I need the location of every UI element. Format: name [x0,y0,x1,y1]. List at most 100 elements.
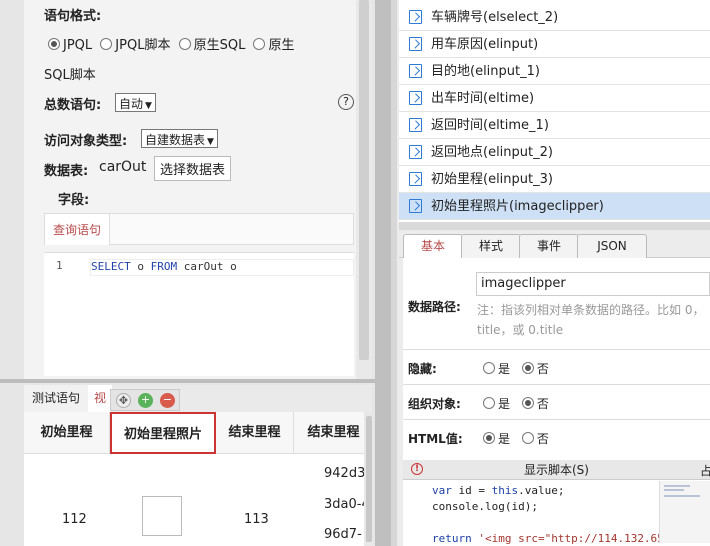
format-option-jpql[interactable]: JPQL [48,38,92,53]
data-path-row: 数据路径: imageclipper 注：指该列相对单条数据的路径。比如 0，t… [403,258,710,350]
data-table-value: carOut [99,159,147,175]
format-option-jpql-script[interactable]: JPQL脚本 [100,38,170,53]
right-horizontal-splitter[interactable] [399,222,710,230]
radio-jpql-script[interactable] [100,38,113,50]
format-option-native-sql[interactable]: 原生SQL [178,38,246,53]
format-option-label: JPQL [63,38,93,53]
edit-field-icon [409,91,422,105]
no-label: 否 [536,432,549,446]
tab-style[interactable]: 样式 [461,234,521,258]
code-line: console.log(id); [432,500,538,513]
tab-query-stmt[interactable]: 查询语句 [45,214,111,245]
list-item[interactable]: 出车时间(eltime) [399,85,710,112]
edit-field-icon [409,145,422,159]
tab-test-stmt[interactable]: 测试语句 [24,385,90,412]
data-path-input[interactable]: imageclipper [476,272,710,296]
property-tabs: 基本 样式 事件 JSON [399,230,710,258]
list-item[interactable]: 初始里程(elinput_3) [399,166,710,193]
code-text: id = [451,484,492,497]
tab-view[interactable]: 视 [88,385,113,412]
code-keyword: this [491,484,519,497]
add-icon[interactable]: + [138,393,153,408]
sql-text: carOut o [177,260,237,273]
sql-text: o [130,260,151,273]
access-type-value: 自建数据表 [145,133,206,147]
table-scrollbar[interactable] [364,412,374,546]
corner-glyph: 占 [700,464,710,478]
list-item[interactable]: 用车原因(elinput) [399,31,710,58]
format-option-native-sql-script[interactable]: 原生 [253,38,294,53]
edit-field-icon [409,199,422,213]
hidden-yes-radio[interactable] [483,362,495,374]
access-type-select[interactable]: 自建数据表 ▼ [141,129,218,148]
data-path-label: 数据路径: [408,300,461,314]
edit-field-icon [409,172,422,186]
warning-icon: ! [411,463,423,475]
group-yes-radio[interactable] [483,397,495,409]
table-scroll-thumb[interactable] [366,416,372,542]
list-item-selected[interactable]: 初始里程照片(imageclipper) [399,193,710,220]
list-item-label: 初始里程(elinput_3) [431,172,553,187]
html-radio-group: 是 否 [483,430,549,447]
vertical-splitter-edge [391,0,397,546]
help-icon[interactable]: ? [338,94,354,110]
sql-editor[interactable]: 1 SELECT o FROM carOut o [44,252,354,376]
list-item-label: 初始里程照片(imageclipper) [431,199,604,214]
group-row: 组织对象: 是 否 [403,385,710,420]
query-tabs: 查询语句 [44,213,354,245]
move-icon[interactable]: ✥ [116,393,131,408]
format-option-wrap-text: SQL脚本 [44,68,96,83]
format-option-label: 原生SQL [193,38,246,53]
choose-table-button[interactable]: 选择数据表 [154,156,232,181]
tab-basic[interactable]: 基本 [403,234,463,258]
horizontal-splitter[interactable] [0,379,375,383]
list-item[interactable]: 车辆牌号(elselect_2) [399,4,710,31]
sql-keyword: SELECT [91,260,131,273]
html-yes-radio[interactable] [483,432,495,444]
hidden-row: 隐藏: 是 否 [403,350,710,385]
html-row: HTML值: 是 否 [403,420,710,455]
left-scrollbar[interactable] [356,0,372,380]
code-keyword: return [432,532,472,545]
line-number: 1 [56,259,63,272]
list-item[interactable]: 返回时间(eltime_1) [399,112,710,139]
access-type-label: 访问对象类型: [44,134,128,149]
hidden-no-radio[interactable] [521,362,534,374]
column-header[interactable]: 结束里程 [216,412,294,454]
column-header[interactable]: 结束里程 [294,412,364,454]
code-minimap[interactable] [659,481,710,543]
yes-label: 是 [498,397,511,411]
code-text: .value; [518,484,565,497]
left-scroll-thumb[interactable] [359,0,369,360]
yes-label: 是 [498,362,511,376]
column-header[interactable]: 初始里程 [24,412,110,454]
group-no-radio[interactable] [521,397,534,409]
list-item-label: 出车时间(eltime) [431,91,535,106]
tab-json[interactable]: JSON [577,234,647,258]
radio-jpql[interactable] [48,38,60,50]
list-item[interactable]: 目的地(elinput_1) [399,58,710,85]
count-stmt-select[interactable]: 自动 ▼ [115,93,156,112]
show-script-bar[interactable]: ! 显示脚本(S) [403,460,710,480]
remove-icon[interactable]: − [160,393,175,408]
edit-field-icon [409,64,422,78]
hidden-radio-group: 是 否 [483,360,549,377]
column-header-selected[interactable]: 初始里程照片 [110,412,216,454]
cell-end-mileage: 113 [244,512,269,527]
radio-native-sql[interactable] [178,38,191,50]
count-stmt-value: 自动 [119,97,144,111]
code-line: var id = this.value; [432,484,564,497]
fields-label: 字段: [58,193,90,208]
html-no-radio[interactable] [521,432,534,444]
chevron-down-icon: ▼ [207,137,214,147]
code-line: return '<img src="http://114.132.65 [432,532,664,545]
tab-events[interactable]: 事件 [519,234,579,258]
sql-line[interactable]: SELECT o FROM carOut o [90,259,354,276]
list-item[interactable]: 返回地点(elinput_2) [399,139,710,166]
group-label: 组织对象: [408,397,461,411]
edit-field-icon [409,37,422,51]
stmt-format-label: 语句格式: [44,9,102,24]
radio-native-sql-script[interactable] [253,38,266,50]
show-script-label: 显示脚本(S) [524,463,589,477]
app-root: 语句格式: JPQL JPQL脚本 原生SQL 原生 SQL脚本 总数语句: 自… [0,0,710,546]
